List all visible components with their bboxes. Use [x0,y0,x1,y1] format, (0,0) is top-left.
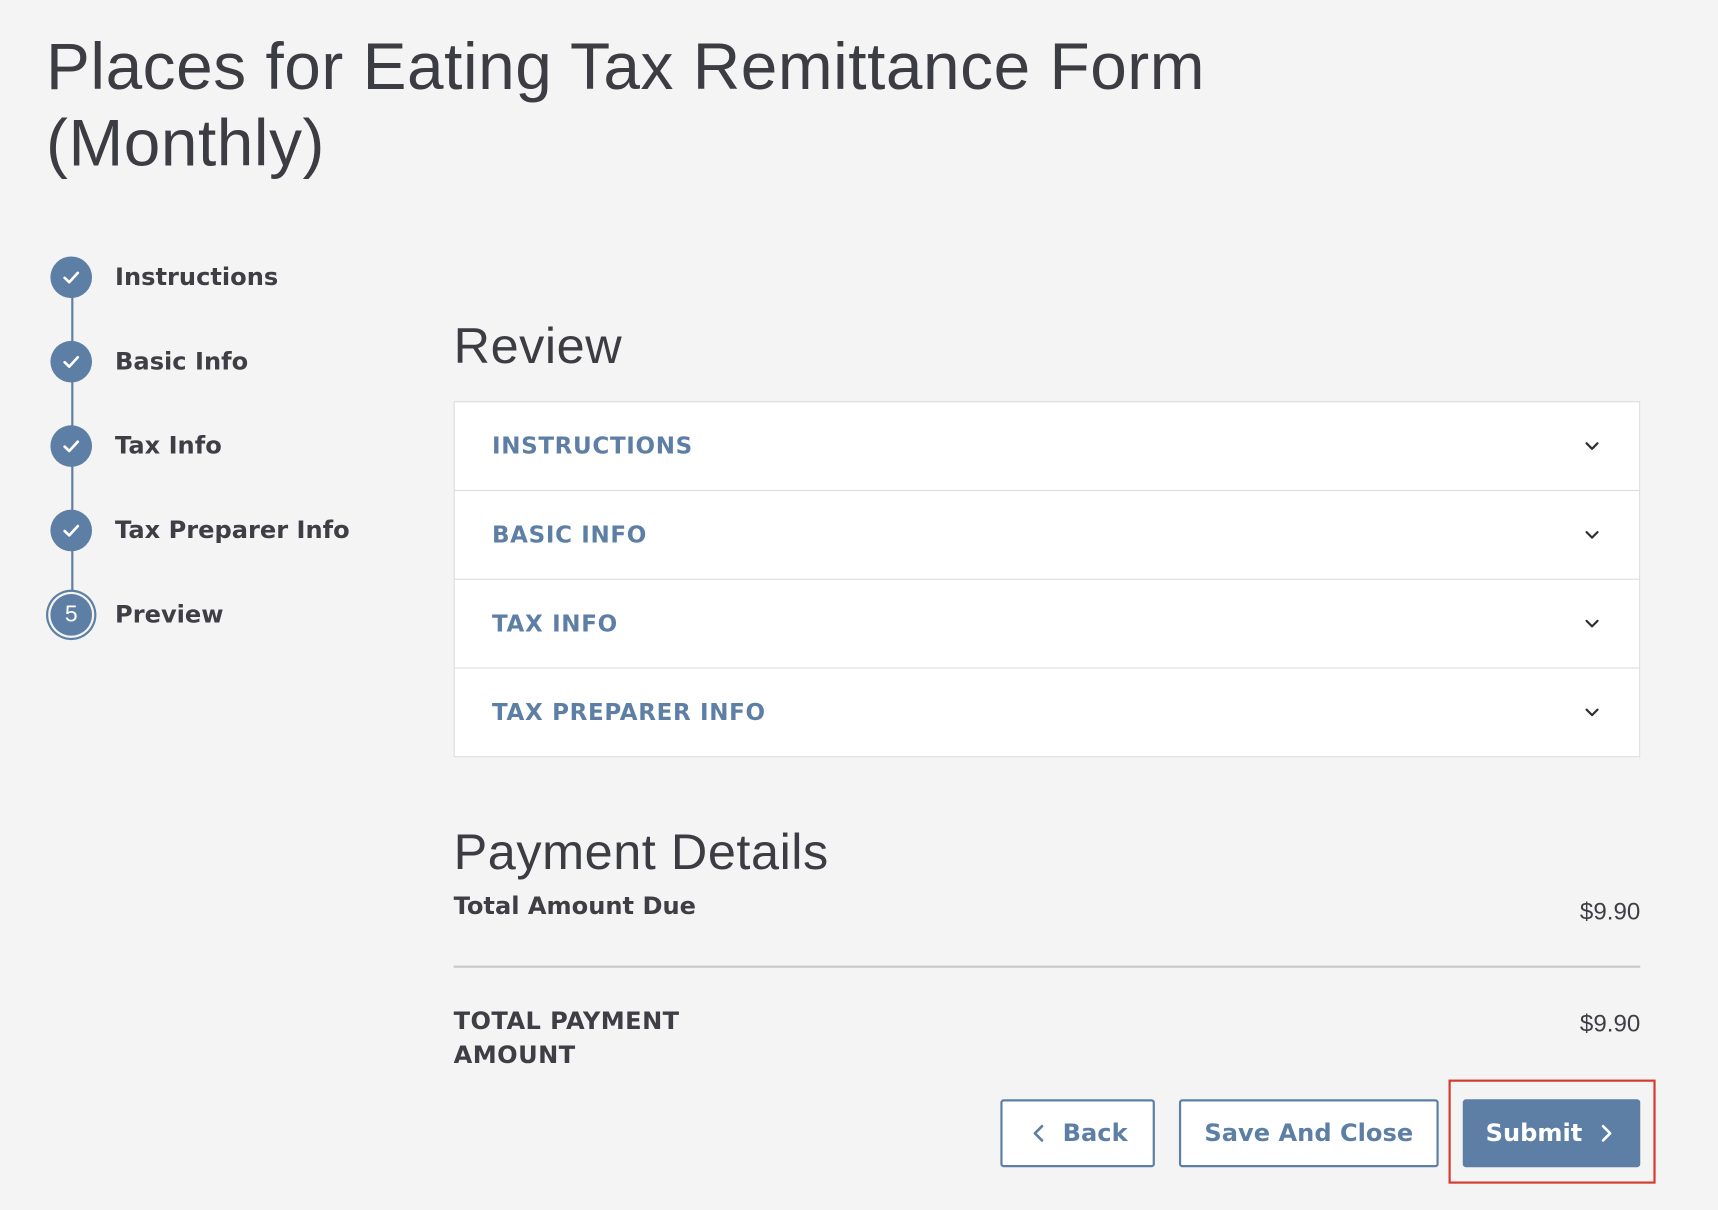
check-icon [63,271,80,284]
accordion-item-tax-info[interactable]: TAX INFO [454,580,1640,669]
accordion-item-instructions[interactable]: INSTRUCTIONS [454,402,1640,492]
payment-divider [453,965,1641,968]
total-payment-amount-value: $9.90 [1579,1009,1641,1037]
step-label: Instructions [115,263,279,291]
total-amount-due-row: Total Amount Due $9.90 [454,893,1641,926]
payment-details-heading: Payment Details [453,823,829,881]
chevron-left-icon [1033,1124,1044,1142]
check-icon [63,355,80,368]
step-label: Tax Preparer Info [115,516,350,545]
step-tax-preparer-info[interactable]: Tax Preparer Info [46,505,408,555]
step-completed-indicator [50,425,93,467]
save-and-close-button[interactable]: Save And Close [1178,1099,1439,1168]
page: Places for Eating Tax Remittance Form (M… [0,0,1718,1210]
step-instructions[interactable]: Instructions [46,252,408,302]
check-icon [63,524,80,537]
step-label: Preview [115,601,224,629]
chevron-down-icon[interactable] [1582,436,1602,456]
step-completed-indicator [50,509,93,552]
step-completed-indicator [50,340,93,383]
step-label: Basic Info [115,347,249,376]
accordion-label: BASIC INFO [491,521,648,548]
chevron-down-icon[interactable] [1582,703,1602,723]
page-title: Places for Eating Tax Remittance Form (M… [46,29,1206,180]
review-heading: Review [453,316,623,374]
review-accordion: INSTRUCTIONS BASIC INFO TAX INFO TAX PRE… [453,401,1641,758]
accordion-label: TAX INFO [491,610,618,637]
step-tax-info[interactable]: Tax Info [46,421,408,471]
back-button-label: Back [1062,1119,1128,1147]
back-button[interactable]: Back [1000,1099,1155,1168]
check-icon [63,440,80,453]
step-label: Tax Info [115,432,222,460]
accordion-label: INSTRUCTIONS [491,432,693,460]
chevron-down-icon[interactable] [1582,525,1602,545]
save-and-close-button-label: Save And Close [1204,1119,1414,1147]
total-payment-amount-label: TOTAL PAYMENT AMOUNT [453,1008,680,1070]
step-completed-indicator [50,256,93,299]
accordion-item-tax-preparer-info[interactable]: TAX PREPARER INFO [455,669,1639,757]
step-current-indicator: 5 [50,594,93,636]
submit-highlight-box [1448,1079,1656,1184]
accordion-item-basic-info[interactable]: BASIC INFO [454,491,1640,580]
total-amount-due-label: Total Amount Due [453,893,696,921]
step-preview[interactable]: 5 Preview [46,590,408,640]
total-amount-due-value: $9.90 [1579,897,1641,926]
total-payment-amount-row: TOTAL PAYMENT AMOUNT $9.90 [454,1005,1641,1073]
progress-stepper: Instructions Basic Info Tax Info Tax Pre… [46,252,408,647]
step-basic-info[interactable]: Basic Info [46,336,408,386]
accordion-label: TAX PREPARER INFO [491,699,766,726]
chevron-down-icon[interactable] [1582,614,1602,634]
